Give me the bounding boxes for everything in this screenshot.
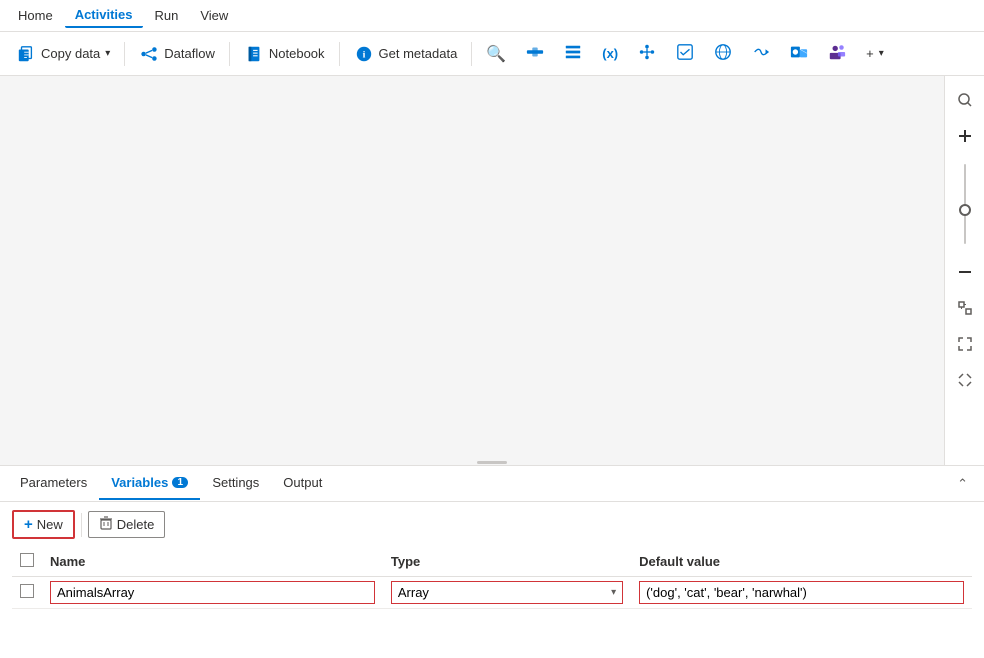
row-checkbox-cell bbox=[12, 577, 42, 609]
bottom-panel: Parameters Variables 1 Settings Output ⌃… bbox=[0, 466, 984, 658]
default-value-cell bbox=[631, 577, 972, 609]
variables-table: Name Type Default value bbox=[12, 547, 972, 609]
list-icon bbox=[564, 43, 582, 64]
panel-content: + New Delete bbox=[0, 502, 984, 658]
delete-button-label: Delete bbox=[117, 517, 155, 532]
tab-settings[interactable]: Settings bbox=[200, 467, 271, 500]
divider-bar bbox=[477, 461, 507, 464]
zoom-slider[interactable] bbox=[964, 164, 966, 244]
tab-variables-label: Variables bbox=[111, 475, 168, 490]
outlook-icon bbox=[790, 43, 808, 64]
toolbar-sep-3 bbox=[339, 42, 340, 66]
connector-button[interactable] bbox=[630, 39, 664, 68]
zoom-track[interactable] bbox=[964, 164, 966, 244]
name-input[interactable] bbox=[50, 581, 375, 604]
action-bar: + New Delete bbox=[12, 510, 972, 539]
copy-data-label: Copy data bbox=[41, 46, 100, 61]
canvas-area bbox=[0, 76, 984, 466]
svg-text:i: i bbox=[362, 49, 365, 60]
type-select-wrapper: Array String Integer Float Boolean Objec… bbox=[391, 581, 623, 604]
validate-button[interactable] bbox=[668, 39, 702, 68]
dataflow-button[interactable]: Dataflow bbox=[131, 40, 223, 68]
zoom-thumb[interactable] bbox=[959, 204, 971, 216]
search-toolbar-button[interactable]: 🔍 bbox=[478, 40, 514, 68]
copy-data-dropdown-icon: ▾ bbox=[105, 48, 110, 59]
flow-button[interactable] bbox=[744, 39, 778, 68]
action-btn-sep bbox=[81, 513, 82, 537]
row-checkbox[interactable] bbox=[20, 584, 34, 598]
header-checkbox-cell bbox=[12, 547, 42, 577]
toolbar-sep-1 bbox=[124, 42, 125, 66]
menu-activities[interactable]: Activities bbox=[65, 3, 143, 28]
notebook-icon bbox=[244, 44, 264, 64]
delete-button[interactable]: Delete bbox=[88, 511, 166, 538]
add-more-icon: + bbox=[866, 46, 874, 61]
teams-icon bbox=[828, 43, 846, 64]
toolbar-sep-2 bbox=[229, 42, 230, 66]
new-button-label: New bbox=[37, 517, 63, 532]
expression-button[interactable]: (x) bbox=[594, 42, 626, 65]
tab-bar: Parameters Variables 1 Settings Output ⌃ bbox=[0, 466, 984, 502]
list-button[interactable] bbox=[556, 39, 590, 68]
flow-icon bbox=[752, 43, 770, 64]
table-header-row: Name Type Default value bbox=[12, 547, 972, 577]
dataflow-label: Dataflow bbox=[164, 46, 215, 61]
zoom-in-button[interactable] bbox=[949, 120, 981, 152]
right-sidebar bbox=[944, 76, 984, 465]
expand-button[interactable] bbox=[949, 328, 981, 360]
add-more-button[interactable]: + ▾ bbox=[858, 42, 892, 65]
get-metadata-button[interactable]: i Get metadata bbox=[346, 40, 466, 68]
dataflow-icon bbox=[139, 44, 159, 64]
expression-icon: (x) bbox=[602, 46, 618, 61]
new-button[interactable]: + New bbox=[12, 510, 75, 539]
canvas-search-button[interactable] bbox=[949, 84, 981, 116]
get-metadata-label: Get metadata bbox=[379, 46, 458, 61]
name-cell bbox=[42, 577, 383, 609]
add-more-dropdown-icon: ▾ bbox=[879, 48, 884, 59]
outlook-button[interactable] bbox=[782, 39, 816, 68]
menu-view[interactable]: View bbox=[190, 4, 238, 27]
search-toolbar-icon: 🔍 bbox=[486, 44, 506, 64]
globe-icon bbox=[714, 43, 732, 64]
pipeline-icon bbox=[526, 43, 544, 64]
globe-button[interactable] bbox=[706, 39, 740, 68]
type-select[interactable]: Array String Integer Float Boolean Objec… bbox=[392, 582, 622, 603]
header-type: Type bbox=[383, 547, 631, 577]
divider-handle[interactable] bbox=[472, 459, 512, 465]
copy-data-icon bbox=[16, 44, 36, 64]
toolbar: Copy data ▾ Dataflow N bbox=[0, 32, 984, 76]
tab-variables[interactable]: Variables 1 bbox=[99, 467, 200, 500]
type-cell: Array String Integer Float Boolean Objec… bbox=[383, 577, 631, 609]
tab-parameters[interactable]: Parameters bbox=[8, 467, 99, 500]
header-name: Name bbox=[42, 547, 383, 577]
header-default-value: Default value bbox=[631, 547, 972, 577]
teams-button[interactable] bbox=[820, 39, 854, 68]
notebook-label: Notebook bbox=[269, 46, 325, 61]
delete-icon bbox=[99, 516, 113, 533]
panel-collapse-chevron[interactable]: ⌃ bbox=[949, 472, 976, 496]
collapse-button[interactable] bbox=[949, 364, 981, 396]
new-plus-icon: + bbox=[24, 516, 33, 533]
table-row: Array String Integer Float Boolean Objec… bbox=[12, 577, 972, 609]
menu-bar: Home Activities Run View bbox=[0, 0, 984, 32]
zoom-out-button[interactable] bbox=[949, 256, 981, 288]
default-value-input[interactable] bbox=[639, 581, 964, 604]
fit-view-button[interactable] bbox=[949, 292, 981, 324]
copy-data-button[interactable]: Copy data ▾ bbox=[8, 40, 118, 68]
menu-run[interactable]: Run bbox=[145, 4, 189, 27]
get-metadata-icon: i bbox=[354, 44, 374, 64]
menu-home[interactable]: Home bbox=[8, 4, 63, 27]
notebook-button[interactable]: Notebook bbox=[236, 40, 333, 68]
connector-icon bbox=[638, 43, 656, 64]
validate-icon bbox=[676, 43, 694, 64]
toolbar-sep-4 bbox=[471, 42, 472, 66]
header-checkbox[interactable] bbox=[20, 553, 34, 567]
pipeline-button[interactable] bbox=[518, 39, 552, 68]
tab-output[interactable]: Output bbox=[271, 467, 334, 500]
tab-variables-badge: 1 bbox=[172, 477, 188, 488]
